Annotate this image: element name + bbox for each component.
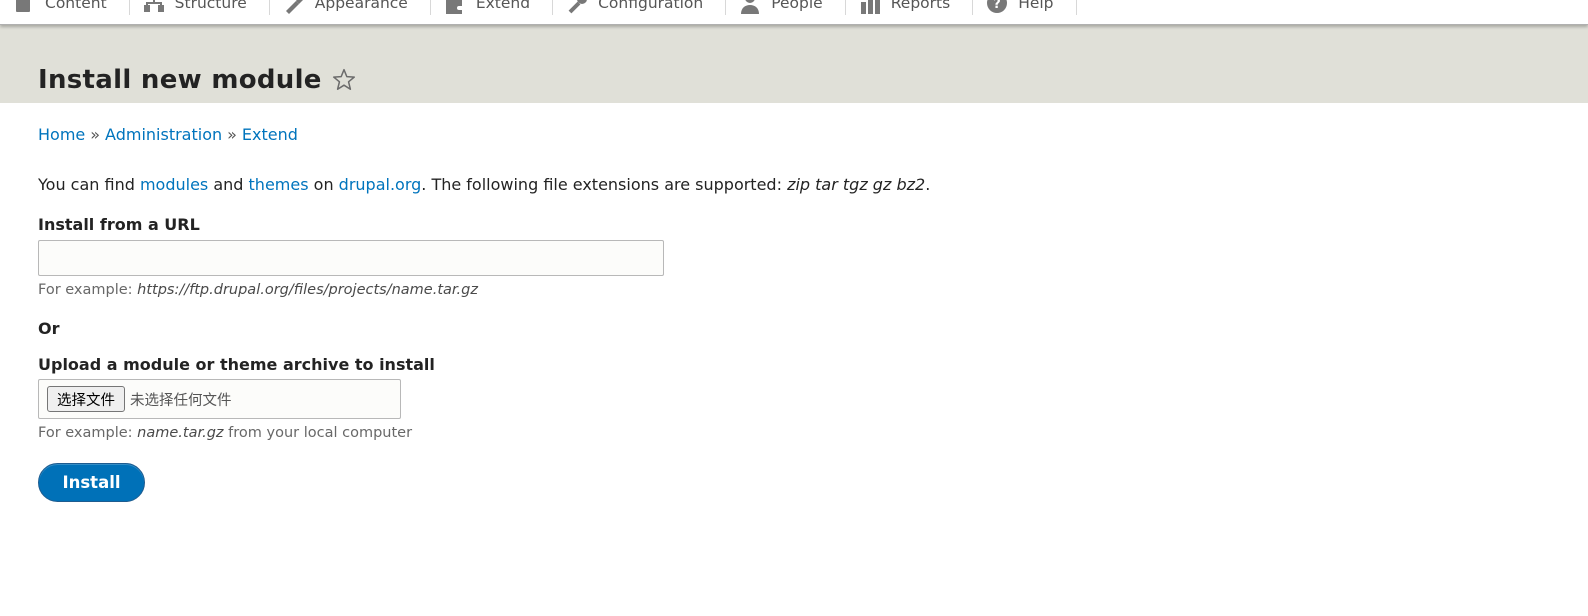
breadcrumb: Home» Administration» Extend [38, 125, 298, 144]
toolbar-item-label: Appearance [314, 0, 408, 12]
toolbar-item-appearance[interactable]: Appearance [270, 0, 431, 15]
breadcrumb-administration[interactable]: Administration [105, 125, 222, 144]
toolbar-item-label: Configuration [598, 0, 704, 12]
url-input[interactable] [38, 240, 664, 276]
supported-extensions: zip tar tgz gz bz2 [787, 175, 926, 194]
page-title-wrap: Install new module [38, 65, 357, 95]
install-button[interactable]: Install [38, 463, 145, 502]
svg-text:?: ? [993, 0, 1001, 12]
reports-icon [860, 0, 880, 14]
toolbar-item-label: People [771, 0, 823, 12]
url-desc-prefix: For example: [38, 282, 138, 298]
admin-toolbar: Content Structure Appearance Extend Configur… [0, 0, 1588, 25]
drupal-org-link[interactable]: drupal.org [339, 175, 422, 194]
breadcrumb-home[interactable]: Home [38, 125, 85, 144]
intro-and: and [208, 175, 249, 194]
toolbar-item-extend[interactable]: Extend [431, 0, 554, 15]
toolbar-item-label: Content [45, 0, 107, 12]
file-upload-field[interactable]: 选择文件 未选择任何文件 [38, 379, 401, 419]
intro-on: on [308, 175, 339, 194]
breadcrumb-separator: » [90, 125, 101, 144]
upload-field-label: Upload a module or theme archive to inst… [38, 355, 435, 374]
modules-link[interactable]: modules [140, 175, 208, 194]
toolbar-item-label: Structure [174, 0, 247, 12]
content-icon [16, 0, 30, 12]
page-header: Install new module [0, 25, 1588, 103]
file-status: 未选择任何文件 [130, 392, 232, 409]
toolbar-item-help[interactable]: ? Help [973, 0, 1077, 15]
toolbar-item-label: Reports [890, 0, 951, 12]
url-field-label: Install from a URL [38, 215, 200, 234]
intro-suffix: . The following file extensions are supp… [421, 175, 788, 194]
upload-field-description: For example: name.tar.gz from your local… [38, 425, 412, 441]
configuration-icon [568, 0, 587, 14]
intro-end: . [925, 175, 931, 194]
upload-desc-prefix: For example: [38, 425, 138, 441]
breadcrumb-extend[interactable]: Extend [242, 125, 298, 144]
toolbar-items: Content Structure Appearance Extend Configur… [0, 0, 1588, 24]
people-icon [741, 0, 760, 14]
appearance-icon [285, 0, 303, 14]
toolbar-item-structure[interactable]: Structure [130, 0, 270, 15]
star-icon[interactable] [331, 67, 357, 93]
page-title: Install new module [38, 65, 322, 95]
toolbar-item-content[interactable]: Content [0, 0, 130, 15]
toolbar-item-label: Help [1018, 0, 1054, 12]
or-label: Or [38, 319, 60, 338]
intro-text: You can find modules and themes on drupa… [38, 175, 930, 194]
themes-link[interactable]: themes [249, 175, 309, 194]
toolbar-item-people[interactable]: People [726, 0, 846, 15]
breadcrumb-separator: » [227, 125, 237, 144]
help-icon: ? [987, 0, 1008, 13]
upload-desc-suffix: from your local computer [223, 425, 413, 441]
toolbar-item-label: Extend [475, 0, 531, 12]
extend-icon [445, 0, 462, 14]
url-field-description: For example: https://ftp.drupal.org/file… [38, 282, 478, 298]
toolbar-item-reports[interactable]: Reports [846, 0, 974, 15]
upload-desc-example: name.tar.gz [137, 425, 224, 441]
choose-file-button[interactable]: 选择文件 [47, 386, 125, 412]
intro-prefix: You can find [38, 175, 140, 194]
url-desc-example: https://ftp.drupal.org/files/projects/na… [137, 282, 478, 298]
structure-icon [143, 0, 164, 12]
toolbar-item-configuration[interactable]: Configuration [553, 0, 727, 15]
